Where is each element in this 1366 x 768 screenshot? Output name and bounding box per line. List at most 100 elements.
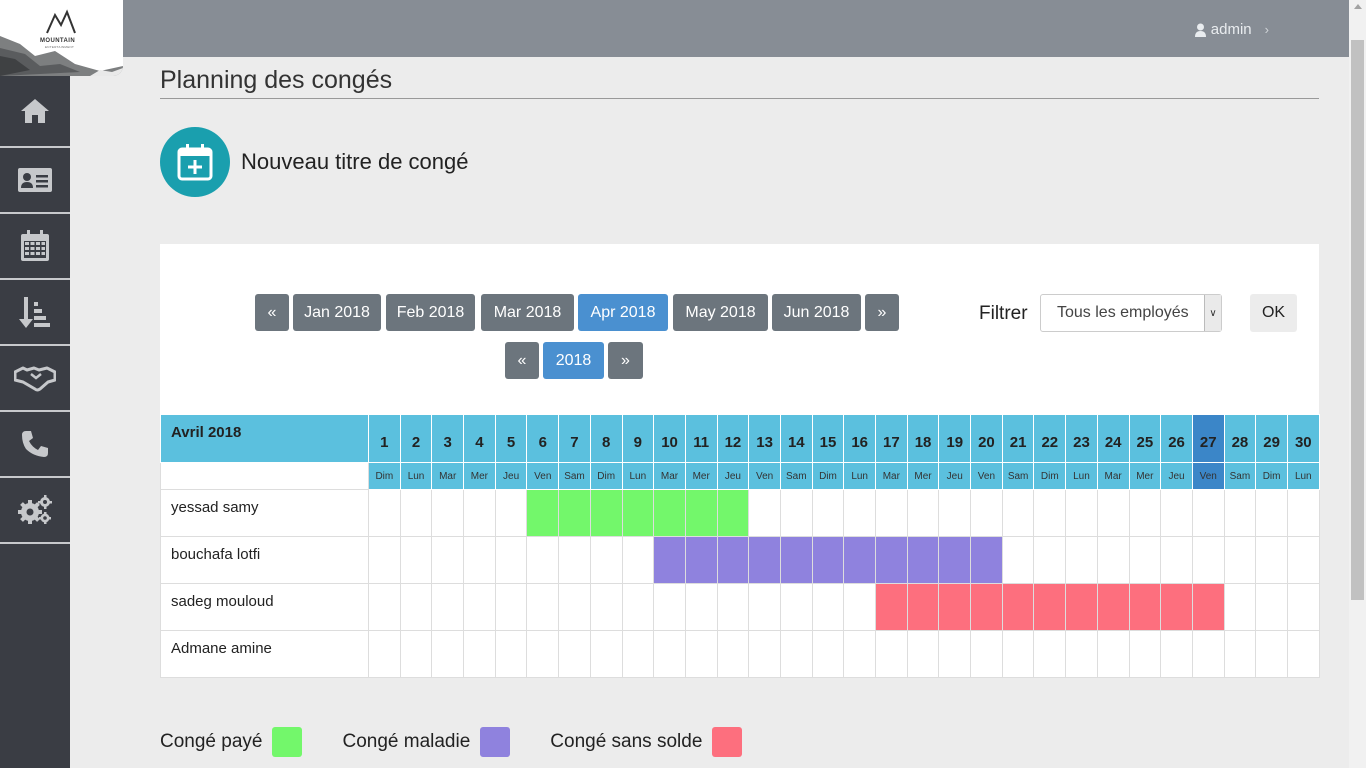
leave-cell[interactable] [970,536,1003,584]
leave-cell[interactable] [684,489,718,537]
leave-cell[interactable] [716,489,750,537]
day-cell[interactable] [494,489,528,537]
day-cell[interactable] [399,489,433,537]
day-cell[interactable] [431,489,465,537]
day-cell[interactable] [653,630,686,678]
day-cell[interactable] [716,630,750,678]
day-cell[interactable] [1223,536,1257,584]
day-cell[interactable] [399,630,433,678]
leave-cell[interactable] [716,536,750,584]
day-cell[interactable] [1128,536,1162,584]
month-button-apr[interactable]: Apr 2018 [578,294,668,331]
leave-cell[interactable] [906,536,940,584]
day-cell[interactable] [1255,630,1288,678]
day-cell[interactable] [1223,489,1257,537]
vertical-scrollbar[interactable] [1349,0,1366,768]
chevron-down-icon[interactable]: ∨ [1204,295,1221,331]
month-button-may[interactable]: May 2018 [673,294,768,331]
leave-cell[interactable] [1128,583,1162,631]
day-cell[interactable] [1128,489,1162,537]
leave-cell[interactable] [589,489,623,537]
day-cell[interactable] [589,630,623,678]
day-cell[interactable] [1286,489,1320,537]
day-cell[interactable] [621,583,655,631]
day-cell[interactable] [1255,536,1288,584]
leave-cell[interactable] [970,583,1003,631]
day-cell[interactable] [526,583,560,631]
leave-cell[interactable] [1160,583,1193,631]
day-cell[interactable] [684,630,718,678]
day-cell[interactable] [1223,630,1257,678]
day-cell[interactable] [1191,536,1225,584]
day-cell[interactable] [938,489,972,537]
day-cell[interactable] [1128,630,1162,678]
month-button-jan[interactable]: Jan 2018 [293,294,381,331]
day-cell[interactable] [368,536,401,584]
day-cell[interactable] [748,489,781,537]
leave-cell[interactable] [1065,583,1098,631]
day-cell[interactable] [1160,489,1193,537]
day-cell[interactable] [1191,630,1225,678]
leave-cell[interactable] [779,536,813,584]
day-cell[interactable] [368,630,401,678]
month-button-mar[interactable]: Mar 2018 [481,294,574,331]
leave-cell[interactable] [653,536,686,584]
day-cell[interactable] [970,489,1003,537]
leave-cell[interactable] [1001,583,1035,631]
months-next-button[interactable]: » [865,294,899,331]
day-cell[interactable] [1001,536,1035,584]
day-cell[interactable] [1160,536,1193,584]
day-cell[interactable] [843,489,876,537]
leave-cell[interactable] [938,583,972,631]
day-cell[interactable] [431,583,465,631]
leave-cell[interactable] [938,536,972,584]
company-logo[interactable]: MOUNTAIN ENTERTAINMENT [0,0,123,76]
day-cell[interactable] [621,536,655,584]
leave-cell[interactable] [653,489,686,537]
day-cell[interactable] [431,630,465,678]
day-cell[interactable] [684,583,718,631]
day-cell[interactable] [399,536,433,584]
day-cell[interactable] [1065,489,1098,537]
leave-cell[interactable] [875,583,908,631]
day-cell[interactable] [1065,630,1098,678]
filter-ok-button[interactable]: OK [1250,294,1297,332]
leave-cell[interactable] [811,536,845,584]
scrollbar-thumb[interactable] [1351,40,1364,600]
day-cell[interactable] [1286,583,1320,631]
leave-cell[interactable] [526,489,560,537]
day-cell[interactable] [716,583,750,631]
day-cell[interactable] [748,583,781,631]
day-cell[interactable] [368,583,401,631]
nav-sort[interactable] [0,280,70,346]
day-cell[interactable] [811,630,845,678]
month-button-jun[interactable]: Jun 2018 [772,294,861,331]
nav-calendar[interactable] [0,214,70,280]
day-cell[interactable] [558,583,591,631]
leave-cell[interactable] [621,489,655,537]
day-cell[interactable] [938,630,972,678]
day-cell[interactable] [589,583,623,631]
day-cell[interactable] [526,536,560,584]
day-cell[interactable] [811,489,845,537]
day-cell[interactable] [970,630,1003,678]
day-cell[interactable] [589,536,623,584]
leave-cell[interactable] [684,536,718,584]
day-cell[interactable] [1160,630,1193,678]
day-cell[interactable] [621,630,655,678]
nav-contact[interactable] [0,412,70,478]
day-cell[interactable] [875,489,908,537]
day-cell[interactable] [1255,489,1288,537]
day-cell[interactable] [463,536,496,584]
leave-cell[interactable] [843,536,876,584]
leave-cell[interactable] [748,536,781,584]
day-cell[interactable] [906,630,940,678]
scroll-up-arrow-icon[interactable] [1354,4,1362,9]
months-prev-button[interactable]: « [255,294,289,331]
day-cell[interactable] [558,536,591,584]
leave-cell[interactable] [875,536,908,584]
day-cell[interactable] [463,489,496,537]
day-cell[interactable] [526,630,560,678]
day-cell[interactable] [463,583,496,631]
month-button-feb[interactable]: Feb 2018 [386,294,475,331]
